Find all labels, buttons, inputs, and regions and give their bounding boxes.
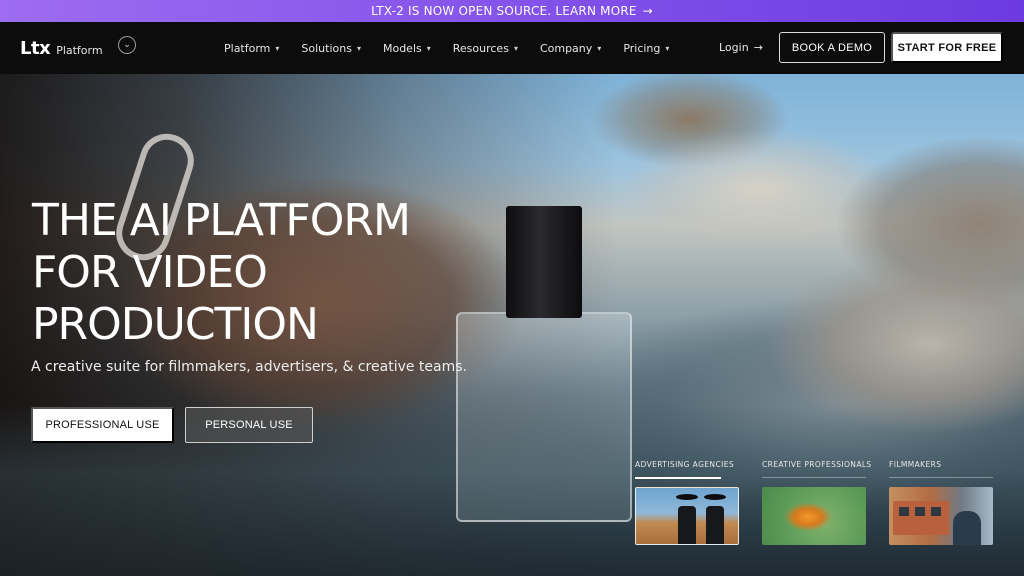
logo-mark: Ltx — [20, 38, 51, 59]
menu-item-label: Resources — [452, 41, 509, 55]
tab-advertising-agencies[interactable]: ADVERTISING AGENCIES — [635, 460, 734, 469]
tab-underline — [889, 477, 993, 478]
menu-item-solutions[interactable]: Solutions ▾ — [301, 42, 361, 55]
logo[interactable]: Ltx Platform ⌄ — [20, 36, 136, 59]
hat-shape — [704, 494, 726, 500]
train-window — [899, 507, 909, 516]
chevron-down-icon: ▾ — [513, 43, 518, 53]
logo-subtitle: Platform — [56, 44, 103, 57]
chevron-down-icon: ▾ — [356, 43, 361, 53]
tab-creative-professionals[interactable]: CREATIVE PROFESSIONALS — [762, 460, 872, 469]
thumbnail-creative[interactable] — [762, 487, 866, 545]
hero-background-bottle-cap — [506, 206, 582, 318]
thumbnail-advertising[interactable] — [635, 487, 739, 545]
tab-active-indicator — [635, 477, 721, 479]
personal-use-button[interactable]: PERSONAL USE — [185, 407, 313, 443]
professional-use-button[interactable]: PROFESSIONAL USE — [31, 407, 174, 443]
menu-item-label: Pricing — [623, 41, 661, 55]
menu-item-pricing[interactable]: Pricing ▾ — [623, 42, 669, 55]
announcement-text: LTX-2 IS NOW OPEN SOURCE. LEARN MORE — [371, 4, 637, 18]
hero-subheading: A creative suite for filmmakers, adverti… — [31, 359, 467, 375]
book-demo-button[interactable]: BOOK A DEMO — [779, 32, 885, 63]
figure-shape — [706, 506, 724, 544]
tab-underline — [762, 477, 866, 478]
menu-item-company[interactable]: Company ▾ — [540, 42, 601, 55]
menu-item-platform[interactable]: Platform ▾ — [224, 42, 279, 55]
menu-item-label: Platform — [224, 41, 271, 55]
chevron-down-icon: ▾ — [665, 43, 670, 53]
headline-line-1: THE AI PLATFORM — [32, 195, 411, 246]
menu-item-label: Models — [382, 41, 422, 55]
login-label: Login — [719, 41, 749, 54]
hero-section: THE AI PLATFORM FOR VIDEO PRODUCTION A c… — [0, 74, 1024, 576]
top-nav: Ltx Platform ⌄ Platform ▾ Solutions ▾ Mo… — [0, 22, 1024, 74]
menu-item-models[interactable]: Models ▾ — [383, 42, 431, 55]
arrow-right-icon: → — [753, 41, 763, 54]
headline-line-3: PRODUCTION — [32, 299, 319, 350]
figure-shape — [678, 506, 696, 544]
train-window — [915, 507, 925, 516]
tab-filmmakers[interactable]: FILMMAKERS — [889, 460, 941, 469]
thumbnail-filmmakers[interactable] — [889, 487, 993, 545]
hero-background-bottle — [456, 312, 632, 522]
announcement-bar[interactable]: LTX-2 IS NOW OPEN SOURCE. LEARN MORE → — [0, 0, 1024, 22]
hat-shape — [676, 494, 698, 500]
chevron-down-icon: ▾ — [426, 43, 431, 53]
chevron-down-icon: ▾ — [275, 43, 280, 53]
arrow-right-icon: → — [642, 4, 653, 18]
chevron-down-icon: ▾ — [597, 43, 602, 53]
hero-headline: THE AI PLATFORM FOR VIDEO PRODUCTION — [32, 195, 452, 351]
login-link[interactable]: Login → — [719, 41, 763, 54]
menu-item-label: Company — [539, 41, 593, 55]
person-shape — [953, 511, 981, 545]
main-menu: Platform ▾ Solutions ▾ Models ▾ Resource… — [224, 22, 691, 74]
headline-line-2: FOR VIDEO — [32, 247, 268, 298]
menu-item-resources[interactable]: Resources ▾ — [453, 42, 518, 55]
start-free-button[interactable]: START FOR FREE — [891, 32, 1003, 63]
menu-item-label: Solutions — [301, 41, 352, 55]
train-window — [931, 507, 941, 516]
product-switcher-chevron-icon[interactable]: ⌄ — [118, 36, 136, 54]
